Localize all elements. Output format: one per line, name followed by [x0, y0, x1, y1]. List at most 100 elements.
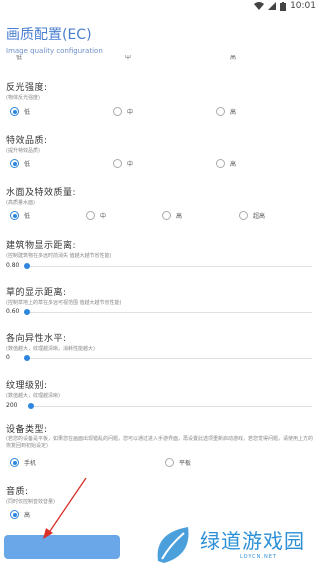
radio-label: 手机 [24, 460, 37, 467]
section-title: 反光强度: [6, 83, 48, 93]
slider-thumb[interactable] [28, 403, 34, 409]
radio-label: 高 [176, 213, 183, 220]
slider-anisotropy[interactable]: 0 [6, 354, 316, 364]
radio-label: 中 [127, 161, 134, 168]
section-title: 设备类型: [6, 425, 48, 435]
radio-label: 高 [24, 512, 31, 519]
battery-icon [280, 1, 287, 11]
slider-track[interactable] [24, 312, 312, 313]
radio-water-mid[interactable]: 中 [86, 211, 106, 220]
partial-radio-row: 低 中 高 [0, 55, 320, 65]
section-title: 草的显示距离: [6, 288, 67, 298]
radio-reflection-mid[interactable]: 中 [113, 107, 133, 116]
section-effects: 特效品质: (提升特效品质) [6, 133, 314, 154]
section-grass: 草的显示距离: (控制草地上的草在多远可视范围 值越大越节省性能) [6, 285, 314, 306]
slider-thumb[interactable] [24, 355, 30, 361]
slider-track[interactable] [24, 266, 312, 267]
reflection-options: 低 中 高 [0, 107, 320, 121]
radio-reflection-high[interactable]: 高 [216, 107, 236, 116]
section-desc: (物体反光强度) [6, 95, 40, 101]
section-desc: (若您的设备是平板，如果您在画面出现错乱的问题，您可以通过进入手游界面，再设置此… [6, 436, 313, 449]
status-time: 10:01 [290, 1, 316, 11]
radio-label: 低 [24, 213, 31, 220]
section-device: 设备类型: (若您的设备是平板，如果您在画面出现错乱的问题，您可以通过进入手游界… [6, 422, 314, 450]
radio-label: 中 [100, 213, 107, 220]
partial-option[interactable]: 高 [230, 55, 236, 61]
section-desc: (控制草地上的草在多远可视范围 值越大越节省性能) [6, 300, 122, 306]
radio-label: 超高 [253, 213, 266, 220]
radio-circle[interactable] [113, 107, 122, 116]
section-anisotropy: 各向异性水平: (数值越大，纹理越清晰，消耗性能越大) [6, 331, 314, 352]
radio-label: 低 [24, 161, 31, 168]
watermark-subtext: LDYCN.NET [240, 554, 277, 560]
section-texture: 纹理级别: (数值越大，纹理越清晰) [6, 378, 314, 399]
radio-circle[interactable] [239, 211, 248, 220]
radio-label: 高 [230, 161, 237, 168]
section-title: 各向异性水平: [6, 334, 67, 344]
radio-effects-mid[interactable]: 中 [113, 159, 133, 168]
slider-grass[interactable]: 0.60 [6, 308, 316, 318]
page-header: 画质配置(EC) Image quality configuration [6, 24, 103, 55]
section-desc: (提升特效品质) [6, 148, 40, 154]
effects-options: 低 中 高 [0, 159, 320, 173]
page-subtitle: Image quality configuration [6, 47, 103, 55]
radio-label: 高 [230, 109, 237, 116]
slider-track[interactable] [24, 358, 312, 359]
arrow-annotation-icon [43, 477, 87, 539]
water-options: 低 中 高 超高 [0, 211, 320, 225]
radio-circle[interactable] [10, 211, 19, 220]
slider-texture[interactable]: 200 [6, 402, 316, 412]
radio-circle[interactable] [216, 159, 225, 168]
radio-circle[interactable] [10, 159, 19, 168]
radio-circle[interactable] [162, 211, 171, 220]
slider-value: 0.80 [6, 262, 20, 269]
partial-option[interactable]: 中 [125, 55, 131, 61]
partial-option[interactable]: 低 [16, 55, 22, 61]
radio-circle[interactable] [86, 211, 95, 220]
section-buildings: 建筑物显示距离: (控制建筑物在多远时前消失 值越大越节省性能) [6, 238, 314, 259]
slider-track[interactable] [28, 406, 312, 407]
slider-buildings[interactable]: 0.80 [6, 262, 316, 272]
radio-circle[interactable] [216, 107, 225, 116]
radio-reflection-low[interactable]: 低 [10, 107, 30, 116]
section-title: 水面及特效质量: [6, 188, 77, 198]
watermark-logo: 绿道游戏园 LDYCN.NET [150, 521, 320, 569]
section-water: 水面及特效质量: (高质量水面) [6, 185, 314, 206]
section-title: 特效品质: [6, 136, 48, 146]
radio-circle[interactable] [165, 458, 174, 467]
radio-label: 平板 [179, 460, 192, 467]
radio-label: 低 [24, 109, 31, 116]
slider-thumb[interactable] [24, 309, 30, 315]
device-options: 手机 平板 [0, 458, 320, 472]
radio-audio-high[interactable]: 高 [10, 510, 30, 519]
leaf-logo-icon [157, 527, 189, 563]
status-icons: 10:01 [254, 1, 316, 11]
radio-circle[interactable] [10, 107, 19, 116]
slider-value: 0 [6, 354, 10, 361]
radio-water-high[interactable]: 高 [162, 211, 182, 220]
radio-label: 中 [127, 109, 134, 116]
section-reflection: 反光强度: (物体反光强度) [6, 80, 314, 101]
radio-device-tablet[interactable]: 平板 [165, 458, 191, 467]
section-desc: (数值越大，纹理越清晰) [6, 393, 60, 399]
section-desc: (控制建筑物在多远时前消失 值越大越节省性能) [6, 253, 112, 259]
signal-icon [268, 2, 277, 10]
radio-water-low[interactable]: 低 [10, 211, 30, 220]
status-bar: 10:01 [0, 0, 320, 14]
radio-circle[interactable] [10, 458, 19, 467]
radio-effects-high[interactable]: 高 [216, 159, 236, 168]
radio-device-phone[interactable]: 手机 [10, 458, 36, 467]
radio-effects-low[interactable]: 低 [10, 159, 30, 168]
radio-circle[interactable] [113, 159, 122, 168]
slider-value: 200 [6, 402, 18, 409]
radio-circle[interactable] [10, 510, 19, 519]
wifi-icon [254, 2, 265, 10]
page-title: 画质配置(EC) [6, 27, 92, 43]
slider-value: 0.60 [6, 308, 20, 315]
section-title: 建筑物显示距离: [6, 241, 77, 251]
radio-water-ultra[interactable]: 超高 [239, 211, 265, 220]
section-desc: (高质量水面) [6, 200, 35, 206]
section-title: 纹理级别: [6, 381, 48, 391]
watermark-text: 绿道游戏园 [200, 529, 305, 553]
slider-thumb[interactable] [24, 263, 30, 269]
